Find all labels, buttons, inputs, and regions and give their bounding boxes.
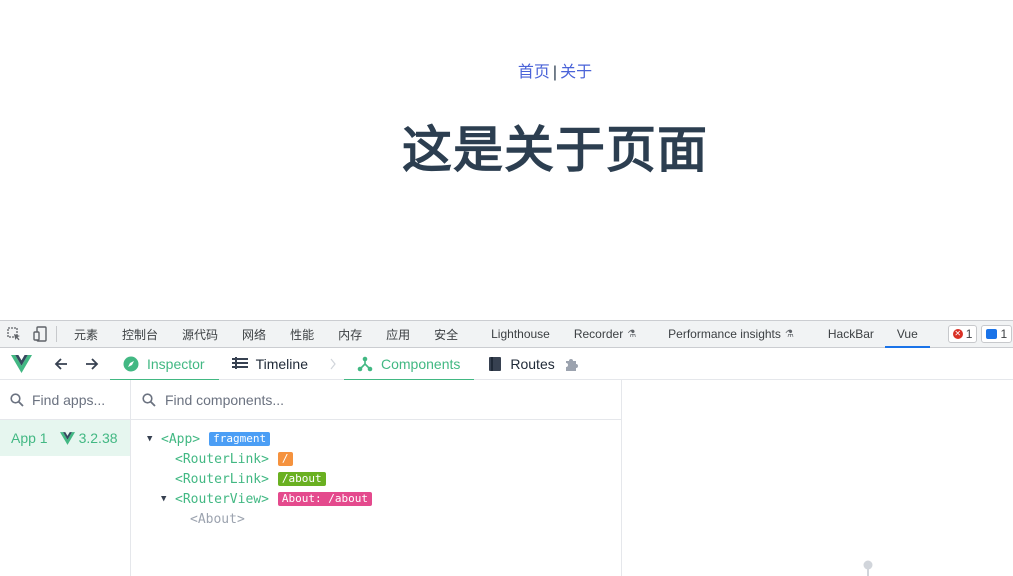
route-badge: /about: [277, 472, 326, 486]
components-icon: [357, 356, 373, 371]
tab-network[interactable]: 网络: [242, 321, 266, 347]
tab-console[interactable]: 控制台: [122, 321, 158, 347]
vue-logo-icon[interactable]: [11, 354, 33, 374]
component-details-panel: [622, 380, 1013, 576]
error-count: 1: [965, 327, 973, 341]
search-icon: [142, 392, 156, 407]
tab-recorder[interactable]: Recorder ⚗: [574, 321, 636, 347]
fragment-badge: fragment: [209, 432, 271, 446]
route-badge: /: [277, 452, 293, 466]
tab-inspector[interactable]: Inspector: [110, 348, 219, 381]
page-heading: 这是关于页面: [402, 121, 708, 179]
tab-inspector-label: Inspector: [147, 355, 205, 372]
forward-arrow-icon[interactable]: [85, 357, 99, 371]
inspect-element-icon[interactable]: [6, 326, 22, 342]
tree-node-label: <RouterView>: [175, 491, 269, 507]
expand-triangle-icon[interactable]: ▼: [147, 434, 157, 444]
tree-node-routerview[interactable]: ▼ <RouterView> About: /about: [131, 489, 621, 509]
tab-performance-insights-label: Performance insights: [668, 327, 781, 341]
tree-node-label: <App>: [161, 431, 201, 447]
tree-node-label: <About>: [190, 511, 245, 527]
tree-node-routerlink-about[interactable]: <RouterLink> /about: [131, 469, 621, 489]
vue-logo-icon: [59, 431, 75, 445]
tab-application[interactable]: 应用: [386, 321, 410, 347]
tab-hackbar[interactable]: HackBar: [828, 321, 874, 347]
route-badge: About: /about: [277, 492, 373, 506]
app-version: 3.2.38: [78, 430, 118, 446]
tab-performance[interactable]: 性能: [290, 321, 314, 347]
plugin-icon[interactable]: [563, 355, 581, 373]
tab-recorder-label: Recorder: [573, 327, 624, 341]
book-icon: [489, 356, 502, 371]
device-toolbar-icon[interactable]: [32, 326, 48, 342]
tab-routes-label: Routes: [510, 355, 555, 372]
message-icon: [986, 329, 998, 339]
tab-security[interactable]: 安全: [434, 321, 458, 347]
error-icon: ✕: [952, 329, 963, 339]
nav-separator: |: [552, 64, 558, 81]
tree-node-app[interactable]: ▼ <App> fragment: [131, 429, 621, 449]
error-counter[interactable]: ✕ 1: [947, 325, 978, 343]
message-count: 1: [1000, 327, 1008, 341]
webpage-content: 首页 | 关于 这是关于页面: [0, 0, 1013, 320]
compass-icon: [123, 356, 139, 371]
tab-timeline[interactable]: Timeline: [231, 348, 308, 380]
tree-node-label: <RouterLink>: [175, 451, 269, 467]
site-nav: 首页 | 关于: [0, 58, 1013, 82]
apps-panel: App 1 3.2.38: [0, 380, 131, 576]
component-tree: ▼ <App> fragment <RouterLink> / <RouterL…: [131, 420, 621, 529]
tab-components[interactable]: Components: [343, 348, 475, 381]
components-search-input[interactable]: [165, 391, 621, 408]
components-search-row: [131, 380, 621, 420]
tree-node-routerlink-home[interactable]: <RouterLink> /: [131, 449, 621, 469]
pin-icon: [862, 560, 874, 576]
vue-devtools-toolbar: Inspector Timeline Components Routes: [0, 348, 1013, 381]
components-panel: ▼ <App> fragment <RouterLink> / <RouterL…: [131, 380, 622, 576]
devtools-tab-bar: 元素 控制台 源代码 网络 性能 内存 应用 安全 Lighthouse Rec…: [0, 320, 1013, 348]
tab-routes[interactable]: Routes: [488, 348, 555, 380]
tab-performance-insights[interactable]: Performance insights ⚗: [668, 321, 794, 347]
search-icon: [10, 392, 24, 407]
flask-icon: ⚗: [627, 328, 637, 340]
nav-link-home[interactable]: 首页: [518, 64, 550, 81]
tab-timeline-label: Timeline: [255, 355, 308, 372]
toolbar-divider: [56, 326, 57, 342]
timeline-icon: [231, 356, 248, 369]
tab-sources[interactable]: 源代码: [182, 321, 218, 347]
app-name: App 1: [11, 430, 48, 446]
tab-vue[interactable]: Vue: [884, 321, 930, 348]
expand-triangle-icon[interactable]: ▼: [161, 494, 171, 504]
message-counter[interactable]: 1: [981, 325, 1013, 343]
tab-lighthouse[interactable]: Lighthouse: [491, 321, 550, 347]
nav-link-about[interactable]: 关于: [560, 64, 592, 81]
tab-components-label: Components: [380, 355, 461, 372]
apps-search-row: [0, 380, 130, 420]
tab-elements[interactable]: 元素: [74, 321, 98, 347]
browser-page: 首页 | 关于 这是关于页面 元素 控制台 源代码 网络 性能 内存 应用 安全 L…: [0, 0, 1013, 576]
back-arrow-icon[interactable]: [54, 357, 68, 371]
chevron-right-icon: [330, 358, 336, 370]
tree-node-about[interactable]: <About>: [131, 509, 621, 529]
apps-search-input[interactable]: [32, 391, 130, 408]
tree-node-label: <RouterLink>: [175, 471, 269, 487]
flask-icon: ⚗: [784, 328, 794, 340]
tab-memory[interactable]: 内存: [338, 321, 362, 347]
app-list-item[interactable]: App 1 3.2.38: [0, 420, 130, 456]
